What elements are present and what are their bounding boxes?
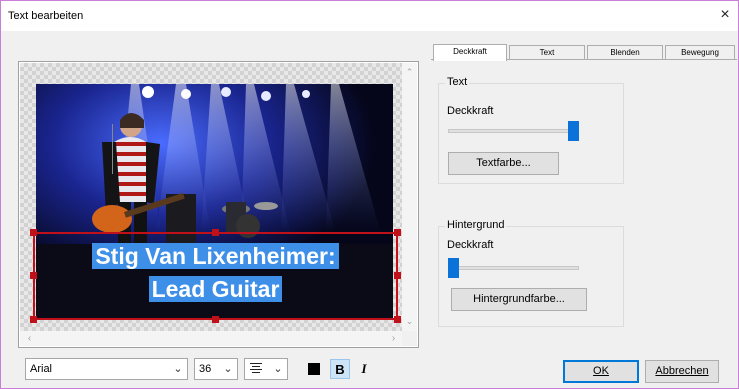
tab-text[interactable]: Text [509,45,585,60]
text-edit-dialog: Text bearbeiten × ⌃ ⌄ ‹ › Stig Van Lixen… [0,0,739,389]
resize-handle-top[interactable] [212,229,219,236]
background-color-button[interactable]: Hintergrundfarbe... [451,288,587,311]
resize-handle-top-left[interactable] [30,229,37,236]
text-opacity-slider[interactable] [448,129,576,133]
resize-handle-bottom-right[interactable] [394,316,401,323]
ok-button[interactable]: OK [563,360,639,383]
resize-handle-bottom-left[interactable] [30,316,37,323]
cancel-button[interactable]: Abbrechen [645,360,719,383]
chevron-down-icon: ⌄ [273,363,283,375]
resize-handle-top-right[interactable] [394,229,401,236]
alignment-select[interactable]: ⌄ [244,358,288,380]
tab-blenden[interactable]: Blenden [587,45,663,60]
text-group-title: Text [445,76,470,88]
scrollbar-corner [402,331,417,346]
tab-deckkraft[interactable]: Deckkraft [433,44,507,61]
background-opacity-slider[interactable] [448,266,579,270]
preview-vertical-scrollbar[interactable]: ⌃ ⌄ [402,63,417,331]
scroll-up-icon[interactable]: ⌃ [402,65,417,80]
background-opacity-label: Deckkraft [447,239,494,251]
text-color-button[interactable]: Textfarbe... [448,152,559,175]
font-select[interactable]: Arial ⌄ [25,358,188,380]
bold-button[interactable]: B [330,359,350,379]
overlay-text-line-2: Lead Guitar [33,276,398,303]
resize-handle-right[interactable] [394,272,401,279]
dialog-title: Text bearbeiten [8,10,84,22]
title-bar: Text bearbeiten × [1,1,738,31]
background-group-title: Hintergrund [445,219,507,231]
font-size-select[interactable]: 36 ⌄ [194,358,238,380]
background-opacity-slider-thumb[interactable] [448,258,459,278]
scroll-left-icon[interactable]: ‹ [22,331,37,346]
chevron-down-icon: ⌄ [223,363,233,375]
text-color-swatch[interactable] [308,363,320,375]
text-opacity-slider-thumb[interactable] [568,121,579,141]
close-icon[interactable]: × [716,6,734,24]
scroll-down-icon[interactable]: ⌄ [402,314,417,329]
overlay-text-line-1: Stig Van Lixenheimer: [33,243,398,270]
chevron-down-icon: ⌄ [173,363,183,375]
preview-horizontal-scrollbar[interactable]: ‹ › [20,331,402,346]
tab-bewegung[interactable]: Bewegung [665,45,735,60]
format-toolbar: Arial ⌄ 36 ⌄ ⌄ B I [18,356,419,382]
align-lines-icon [249,361,263,378]
text-opacity-label: Deckkraft [447,105,494,117]
italic-button[interactable]: I [354,359,374,379]
resize-handle-left[interactable] [30,272,37,279]
resize-handle-bottom[interactable] [212,316,219,323]
scroll-right-icon[interactable]: › [386,331,401,346]
text-overlay-box[interactable]: Stig Van Lixenheimer: Lead Guitar [30,229,401,323]
